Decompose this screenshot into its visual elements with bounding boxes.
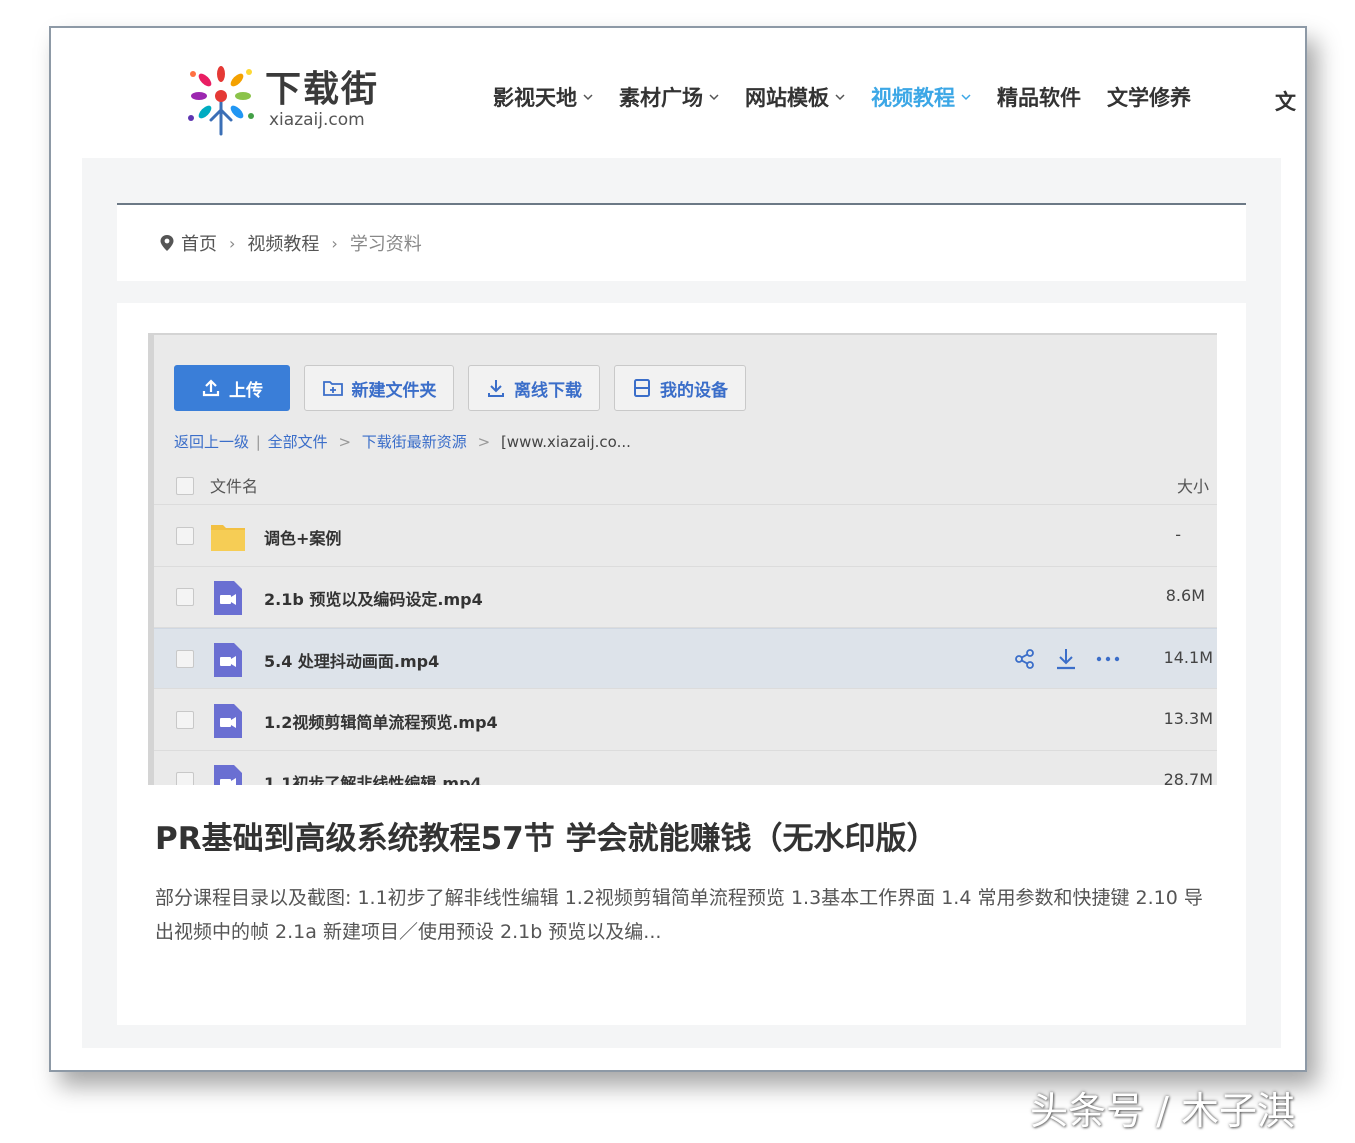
site-header: 下载街 xiazaij.com 影视天地 素材广场 网站模板 视频教程 精品软件	[51, 28, 1305, 158]
path-back-link[interactable]: 返回上一级	[174, 433, 249, 451]
file-name[interactable]: 1.2视频剪辑简单流程预览.mp4	[264, 709, 498, 733]
breadcrumb-current: 学习资料	[349, 234, 422, 255]
path-current: [www.xiazaij.co...	[500, 433, 631, 451]
offline-download-label: 离线下载	[514, 380, 582, 401]
new-folder-label: 新建文件夹	[351, 380, 437, 401]
path-separator: >	[338, 433, 352, 451]
file-size: -	[1175, 525, 1181, 544]
file-name[interactable]: 1.1初步了解非线性编辑.mp4	[264, 770, 482, 785]
upload-button[interactable]: 上传	[174, 365, 290, 411]
device-icon	[634, 379, 650, 397]
row-checkbox[interactable]	[176, 527, 194, 545]
file-size: 14.1M	[1163, 648, 1213, 667]
nav-item-label: 精品软件	[997, 86, 1081, 110]
upload-icon	[202, 379, 220, 397]
file-row[interactable]: 调色+案例 -	[154, 506, 1217, 567]
path-separator: >	[477, 433, 491, 451]
nav-item-label: 网站模板	[745, 86, 829, 110]
video-file-icon	[214, 581, 242, 615]
video-file-icon	[214, 704, 242, 738]
chevron-down-icon	[583, 94, 593, 101]
location-pin-icon	[160, 235, 174, 251]
row-checkbox[interactable]	[176, 650, 194, 668]
file-toolbar: 上传 新建文件夹 离线下载 我的设备	[174, 365, 760, 411]
logo-text-en: xiazaij.com	[269, 110, 365, 130]
nav-item-label: 素材广场	[619, 86, 703, 110]
nav-item-video-tutorials[interactable]: 视频教程	[871, 82, 971, 112]
main-content: 首页 › 视频教程 › 学习资料 上传 新建文件夹 离线下载 我的设备 返回上一…	[82, 158, 1281, 1048]
path-divider: |	[255, 433, 261, 451]
nav-item-literature[interactable]: 文学修养	[1107, 82, 1191, 112]
breadcrumb-home[interactable]: 首页	[181, 230, 217, 256]
path-folder-link[interactable]: 下载街最新资源	[362, 433, 467, 451]
column-size-header[interactable]: 大小	[1177, 473, 1209, 497]
chevron-down-icon	[835, 94, 845, 101]
nav-item-film[interactable]: 影视天地	[493, 82, 593, 112]
nav-item-label: 文学修养	[1107, 86, 1191, 110]
article-title[interactable]: PR基础到高级系统教程57节 学会就能赚钱（无水印版）	[155, 813, 938, 858]
row-actions	[1014, 647, 1138, 671]
file-size: 28.7M	[1163, 770, 1213, 785]
download-icon	[488, 380, 504, 397]
file-row[interactable]: 1.1初步了解非线性编辑.mp4 28.7M	[154, 751, 1217, 785]
row-checkbox[interactable]	[176, 772, 194, 785]
file-name[interactable]: 调色+案例	[264, 525, 341, 549]
nav-item-label: 视频教程	[871, 86, 955, 110]
nav-item-software[interactable]: 精品软件	[997, 82, 1081, 112]
breadcrumb: 首页 › 视频教程 › 学习资料	[117, 203, 1246, 281]
logo-text-cn: 下载街	[265, 68, 380, 110]
watermark-text: 头条号 / 木子淇	[1030, 1089, 1295, 1133]
file-list-header: 文件名 大小	[154, 463, 1217, 505]
share-icon[interactable]	[1014, 648, 1036, 670]
download-icon[interactable]	[1054, 647, 1078, 671]
new-folder-button[interactable]: 新建文件夹	[304, 365, 454, 411]
folder-icon	[211, 525, 245, 551]
chevron-down-icon	[961, 94, 971, 101]
screenshot-frame: 下载街 xiazaij.com 影视天地 素材广场 网站模板 视频教程 精品软件	[49, 26, 1307, 1072]
select-all-checkbox[interactable]	[176, 477, 194, 495]
row-checkbox[interactable]	[176, 711, 194, 729]
file-name[interactable]: 5.4 处理抖动画面.mp4	[264, 648, 439, 672]
article-description: 部分课程目录以及截图: 1.1初步了解非线性编辑 1.2视频剪辑简单流程预览 1…	[155, 887, 1203, 943]
file-size: 13.3M	[1163, 709, 1213, 728]
file-row[interactable]: 2.1b 预览以及编码设定.mp4 8.6M	[154, 567, 1217, 628]
article-image-file-browser[interactable]: 上传 新建文件夹 离线下载 我的设备 返回上一级 | 全部文件 > 下载街最新资…	[148, 333, 1217, 785]
video-file-icon	[214, 765, 242, 785]
logo-flower-icon	[188, 66, 254, 136]
nav-item-templates[interactable]: 网站模板	[745, 82, 845, 112]
chevron-down-icon	[709, 94, 719, 101]
breadcrumb-separator: ›	[229, 233, 236, 253]
file-name[interactable]: 2.1b 预览以及编码设定.mp4	[264, 586, 483, 610]
upload-label: 上传	[229, 380, 263, 401]
nav-item-overflow[interactable]: 文	[1275, 86, 1305, 116]
my-devices-button[interactable]: 我的设备	[614, 365, 746, 411]
offline-download-button[interactable]: 离线下载	[468, 365, 600, 411]
video-file-icon	[214, 643, 242, 677]
nav-item-materials[interactable]: 素材广场	[619, 82, 719, 112]
file-path-breadcrumb: 返回上一级 | 全部文件 > 下载街最新资源 > [www.xiazaij.co…	[174, 431, 631, 452]
article-card: 上传 新建文件夹 离线下载 我的设备 返回上一级 | 全部文件 > 下载街最新资…	[117, 303, 1246, 1025]
site-logo[interactable]: 下载街 xiazaij.com	[185, 56, 395, 136]
column-name-header[interactable]: 文件名	[210, 473, 258, 497]
folder-plus-icon	[322, 381, 343, 396]
file-row-hovered[interactable]: 5.4 处理抖动画面.mp4 14.1M	[154, 628, 1217, 689]
main-nav: 影视天地 素材广场 网站模板 视频教程 精品软件 文学修养	[493, 82, 1217, 112]
my-devices-label: 我的设备	[660, 380, 728, 401]
row-checkbox[interactable]	[176, 588, 194, 606]
nav-item-label: 影视天地	[493, 86, 577, 110]
breadcrumb-category[interactable]: 视频教程	[247, 230, 319, 256]
file-row[interactable]: 1.2视频剪辑简单流程预览.mp4 13.3M	[154, 690, 1217, 751]
file-size: 8.6M	[1165, 586, 1205, 605]
path-all-files-link[interactable]: 全部文件	[268, 433, 328, 451]
more-icon[interactable]	[1096, 655, 1120, 663]
breadcrumb-separator: ›	[331, 233, 338, 253]
